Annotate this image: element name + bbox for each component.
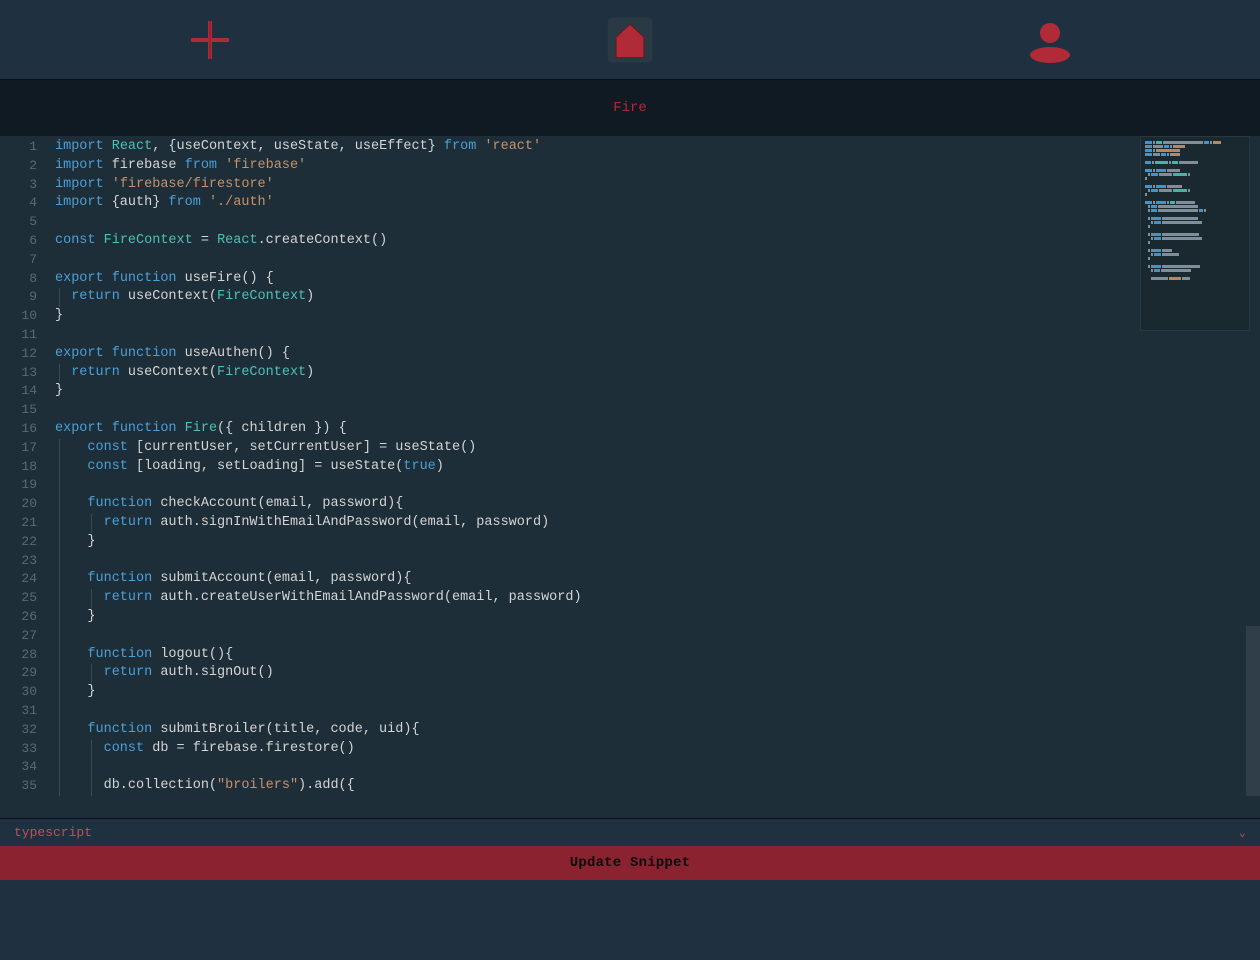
user-icon[interactable]: [1025, 15, 1075, 65]
line-gutter: 1234567891011121314151617181920212223242…: [0, 136, 55, 818]
scrollbar-track[interactable]: [1246, 136, 1260, 818]
minimap[interactable]: [1140, 136, 1250, 331]
topbar: [0, 0, 1260, 80]
chevron-down-icon[interactable]: ⌄: [1239, 825, 1246, 840]
language-label: typescript: [14, 825, 92, 840]
code-content[interactable]: import React, {useContext, useState, use…: [55, 136, 1260, 818]
update-snippet-button[interactable]: Update Snippet: [0, 846, 1260, 880]
home-icon[interactable]: [605, 15, 655, 65]
language-bar[interactable]: typescript ⌄: [0, 818, 1260, 846]
plus-icon[interactable]: [185, 15, 235, 65]
update-snippet-label: Update Snippet: [570, 855, 690, 871]
snippet-title: Fire: [613, 100, 647, 116]
title-bar: Fire: [0, 80, 1260, 136]
minimap-viewport[interactable]: [1141, 137, 1249, 327]
scrollbar-thumb[interactable]: [1246, 626, 1260, 796]
code-editor[interactable]: 1234567891011121314151617181920212223242…: [0, 136, 1260, 818]
bottom-spacer: [0, 880, 1260, 960]
